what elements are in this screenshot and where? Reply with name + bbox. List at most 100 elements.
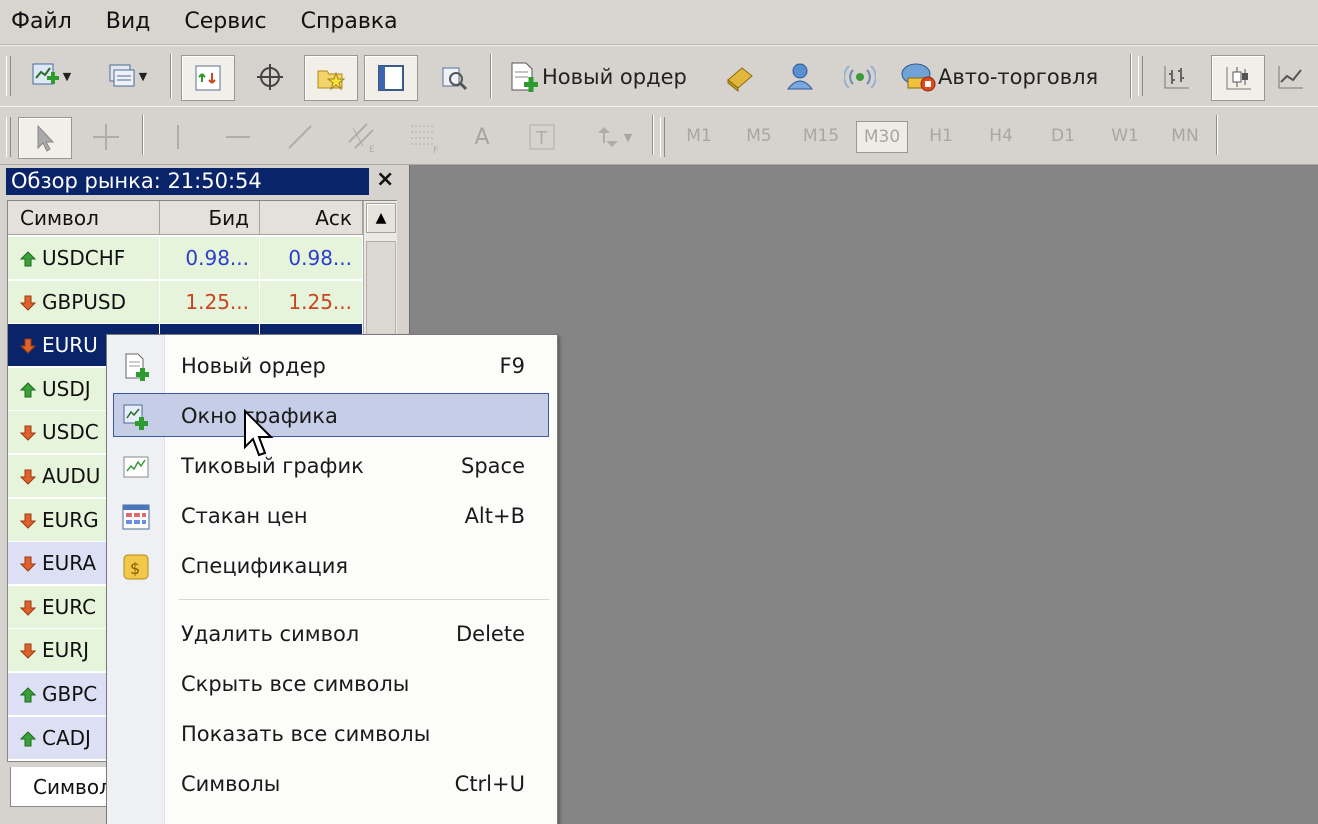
menu-bar: Файл Вид Сервис Справка xyxy=(0,0,1318,45)
profiles-button[interactable]: ▼ xyxy=(96,58,158,94)
metaeditor-button[interactable] xyxy=(716,55,764,99)
text-label-tool[interactable]: T xyxy=(520,117,564,157)
signals-button[interactable] xyxy=(836,55,884,99)
menu-item-tick-chart[interactable]: Тиковый график Space xyxy=(107,441,557,491)
crosshair-target-icon xyxy=(257,64,283,90)
line-chart-button[interactable] xyxy=(1275,55,1318,99)
arrow-down-icon xyxy=(20,600,36,616)
column-header-bid[interactable]: Бид xyxy=(160,201,260,235)
menu-item-chart-window[interactable]: Окно графика xyxy=(107,391,557,441)
fibonacci-tool[interactable]: F xyxy=(400,117,448,157)
horizontal-line-tool[interactable] xyxy=(214,117,262,157)
toolbar-grip[interactable] xyxy=(6,56,11,96)
menu-file[interactable]: Файл xyxy=(0,0,95,44)
dropdown-caret-icon: ▼ xyxy=(623,130,633,144)
timeframe-h1[interactable]: H1 xyxy=(918,121,964,151)
standard-toolbar: ▼ ▼ Новый ордер Авто-торговля xyxy=(0,45,1318,107)
candlestick-icon xyxy=(1226,67,1251,90)
timeframe-w1[interactable]: W1 xyxy=(1102,121,1148,151)
vertical-line-tool[interactable] xyxy=(154,117,202,157)
autotrading-icon xyxy=(901,63,936,92)
menu-item-delete-symbol[interactable]: Удалить символ Delete xyxy=(107,609,557,659)
arrow-up-icon xyxy=(20,730,36,747)
toolbar-grip[interactable] xyxy=(1138,56,1143,96)
dropdown-caret-icon: ▼ xyxy=(138,69,148,83)
column-header-ask[interactable]: Аск xyxy=(260,201,363,235)
svg-text:F: F xyxy=(433,146,438,154)
chart-window-icon xyxy=(123,404,148,430)
trendline-tool[interactable] xyxy=(276,117,324,157)
menu-item-depth-of-market[interactable]: Стакан цен Alt+B xyxy=(107,491,557,541)
timeframe-mn[interactable]: MN xyxy=(1162,121,1208,151)
scroll-up-button[interactable]: ▲ xyxy=(366,203,396,233)
arrow-up-icon xyxy=(20,687,36,703)
toolbar-separator xyxy=(652,115,654,155)
crosshair-tool-button[interactable] xyxy=(80,117,132,157)
arrow-down-icon xyxy=(20,295,36,311)
chevron-up-icon: ▲ xyxy=(375,210,387,226)
timeframe-m5[interactable]: M5 xyxy=(736,121,782,151)
new-chart-button[interactable]: ▼ xyxy=(20,58,82,94)
menu-item-new-order[interactable]: Новый ордер F9 xyxy=(107,341,557,391)
svg-text:$: $ xyxy=(130,559,140,578)
timeframe-h4[interactable]: H4 xyxy=(978,121,1024,151)
menu-separator xyxy=(179,599,549,601)
autotrading-button[interactable]: Авто-торговля xyxy=(898,55,1118,99)
menu-item-symbols[interactable]: Символы Ctrl+U xyxy=(107,759,557,809)
menu-item-label: Скрыть все символы xyxy=(181,672,410,696)
menu-tools[interactable]: Сервис xyxy=(173,0,289,44)
arrow-down-icon xyxy=(20,469,36,485)
menu-view[interactable]: Вид xyxy=(95,0,174,44)
text-tool[interactable]: A xyxy=(460,117,504,157)
ask-cell: 1.25... xyxy=(260,280,363,324)
tab-symbols[interactable]: Символ xyxy=(10,767,120,807)
strategy-tester-button[interactable] xyxy=(428,55,480,99)
arrow-down-icon xyxy=(20,338,36,354)
new-order-label: Новый ордер xyxy=(542,65,687,89)
column-header-symbol[interactable]: Символ xyxy=(8,201,160,235)
toolbar-grip[interactable] xyxy=(6,117,11,157)
timeframe-m1[interactable]: M1 xyxy=(676,121,722,151)
equidistant-channel-tool[interactable]: E xyxy=(338,117,386,157)
table-row[interactable]: USDCHF 0.98... 0.98... xyxy=(8,237,363,280)
tick-chart-icon xyxy=(123,456,149,478)
cursor-tool-button[interactable] xyxy=(18,117,72,159)
toolbar-separator xyxy=(490,54,492,98)
market-watch-toggle[interactable] xyxy=(181,55,235,101)
data-window-button[interactable] xyxy=(244,55,296,99)
table-row[interactable]: GBPUSD 1.25... 1.25... xyxy=(8,280,363,324)
bid-cell: 1.25... xyxy=(160,280,260,324)
menu-item-shortcut: Delete xyxy=(456,622,525,646)
menu-item-show-all-symbols[interactable]: Показать все символы xyxy=(107,709,557,759)
menu-item-specification[interactable]: $ Спецификация xyxy=(107,541,557,591)
terminal-toggle[interactable] xyxy=(364,55,418,101)
navigator-toggle[interactable] xyxy=(304,55,358,101)
horizontal-line-icon xyxy=(226,136,250,138)
arrows-tool[interactable]: ▼ xyxy=(582,117,644,157)
menu-item-shortcut: F9 xyxy=(499,354,525,378)
community-button[interactable] xyxy=(776,55,824,99)
symbol-cell: GBPUSD xyxy=(8,280,160,324)
new-order-button[interactable]: Новый ордер xyxy=(506,55,702,99)
mouse-pointer-icon xyxy=(244,409,274,457)
bar-chart-button[interactable] xyxy=(1152,55,1200,99)
new-order-icon xyxy=(125,353,149,381)
symbol-name: USDCHF xyxy=(42,246,126,270)
symbol-name: EURC xyxy=(42,594,97,619)
market-watch-icon xyxy=(195,65,221,91)
menu-item-hide-all-symbols[interactable]: Скрыть все символы xyxy=(107,659,557,709)
symbol-name: AUDU xyxy=(42,464,101,488)
market-watch-title: Обзор рынка: 21:50:54 xyxy=(6,168,369,195)
timeframe-m30[interactable]: M30 xyxy=(856,121,908,153)
menu-help[interactable]: Справка xyxy=(290,0,421,44)
drawing-toolbar: E F A T ▼ M1 M5 M15 M30 H1 H4 D1 W1 MN xyxy=(0,106,1318,165)
close-icon[interactable]: × xyxy=(376,167,394,192)
autotrading-label: Авто-торговля xyxy=(938,65,1099,89)
timeframe-m15[interactable]: M15 xyxy=(796,121,846,151)
candlestick-chart-button[interactable] xyxy=(1211,55,1265,101)
ask-cell: 0.98... xyxy=(260,237,363,280)
timeframe-d1[interactable]: D1 xyxy=(1040,121,1086,151)
menu-item-label: Удалить символ xyxy=(181,622,360,646)
toolbar-grip[interactable] xyxy=(660,117,665,157)
text-label-icon: T xyxy=(529,124,555,150)
